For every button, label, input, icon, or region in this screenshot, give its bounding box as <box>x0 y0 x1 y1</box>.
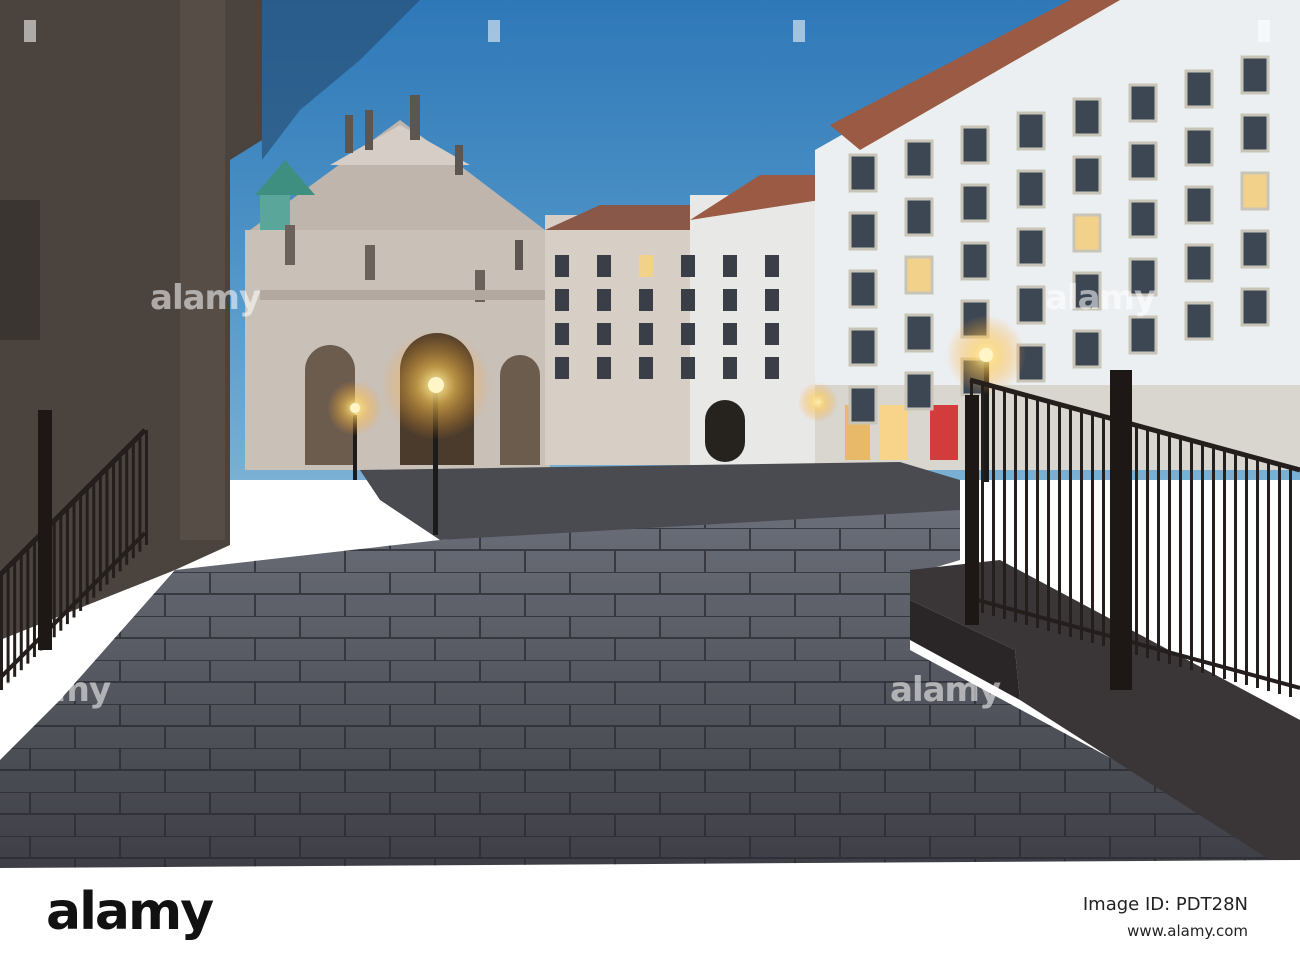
window <box>1240 229 1270 269</box>
window <box>848 269 878 309</box>
window <box>848 385 878 425</box>
window <box>1128 141 1158 181</box>
window <box>1240 171 1270 211</box>
watermark: alamy <box>150 278 261 318</box>
window <box>960 183 990 223</box>
window <box>1184 243 1214 283</box>
watermark-mark <box>793 20 805 42</box>
window <box>597 255 611 277</box>
window <box>597 357 611 379</box>
watermark-mark <box>488 20 500 42</box>
window <box>1128 199 1158 239</box>
window <box>765 289 779 311</box>
window <box>723 289 737 311</box>
window <box>1016 285 1046 325</box>
window <box>904 255 934 295</box>
window <box>904 371 934 411</box>
window <box>555 289 569 311</box>
window <box>765 357 779 379</box>
window <box>1184 301 1214 341</box>
window <box>681 255 695 277</box>
stock-footer: alamy Image ID: PDT28N www.alamy.com <box>0 868 1300 956</box>
window <box>848 211 878 251</box>
watermark: alamy <box>0 670 111 710</box>
window <box>904 139 934 179</box>
window <box>904 313 934 353</box>
window <box>555 255 569 277</box>
window <box>848 327 878 367</box>
watermark: alamy <box>890 670 1001 710</box>
window <box>681 357 695 379</box>
window <box>848 153 878 193</box>
window <box>639 255 653 277</box>
middle-buildings <box>545 175 820 465</box>
window <box>960 125 990 165</box>
window <box>597 323 611 345</box>
window <box>681 323 695 345</box>
window <box>1184 185 1214 225</box>
window <box>1016 227 1046 267</box>
window <box>639 323 653 345</box>
window <box>1128 83 1158 123</box>
window <box>1184 69 1214 109</box>
watermark: alamy <box>1045 278 1156 318</box>
window <box>597 289 611 311</box>
site-url[interactable]: www.alamy.com <box>1127 922 1248 940</box>
window <box>904 197 934 237</box>
window <box>1072 213 1102 253</box>
window <box>681 289 695 311</box>
photo-scene: alamy alamy alamy alamy <box>0 0 1300 868</box>
window <box>1072 329 1102 369</box>
window <box>1072 155 1102 195</box>
image-id: Image ID: PDT28N <box>1082 894 1248 915</box>
window <box>723 255 737 277</box>
window <box>639 289 653 311</box>
window <box>1128 315 1158 355</box>
window <box>1016 169 1046 209</box>
window <box>1072 97 1102 137</box>
window <box>765 323 779 345</box>
window <box>1184 127 1214 167</box>
street-lamp <box>798 382 838 422</box>
window <box>555 323 569 345</box>
window <box>723 357 737 379</box>
window <box>639 357 653 379</box>
window <box>1240 55 1270 95</box>
window <box>1016 111 1046 151</box>
window <box>723 323 737 345</box>
window <box>765 255 779 277</box>
watermark-mark <box>1258 20 1270 42</box>
window <box>1240 287 1270 327</box>
alamy-logo[interactable]: alamy <box>46 882 214 942</box>
window <box>1240 113 1270 153</box>
window <box>960 241 990 281</box>
window <box>555 357 569 379</box>
watermark-mark <box>24 20 36 42</box>
